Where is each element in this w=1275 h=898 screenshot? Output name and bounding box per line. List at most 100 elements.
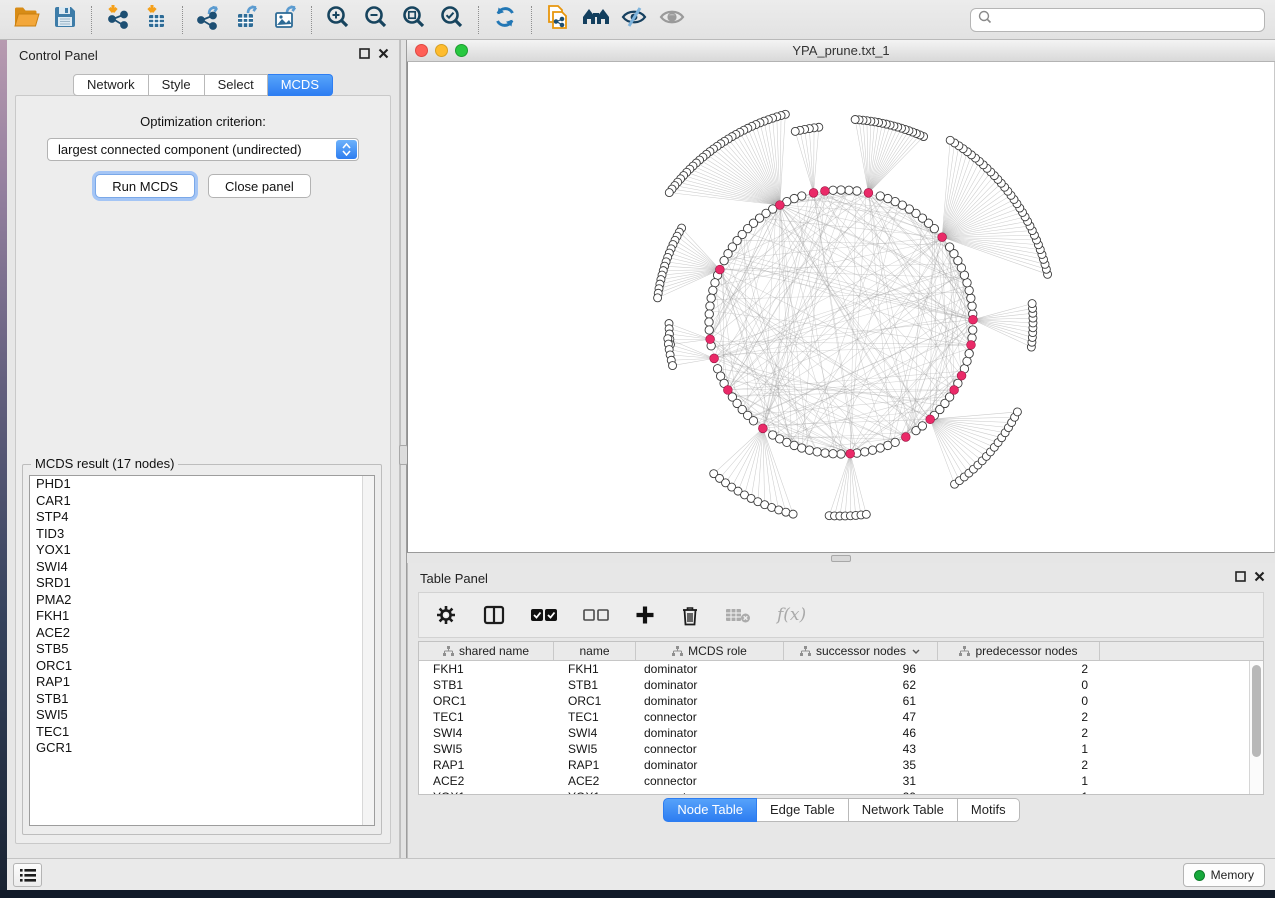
- table-cell[interactable]: dominator: [636, 725, 784, 741]
- delete-column-button[interactable]: [681, 605, 699, 626]
- table-cell[interactable]: 2: [938, 709, 1100, 725]
- import-network-button[interactable]: [99, 3, 137, 37]
- list-item[interactable]: SWI5: [30, 707, 374, 724]
- table-cell[interactable]: STB1: [419, 677, 554, 693]
- table-cell[interactable]: FKH1: [419, 661, 554, 677]
- table-cell[interactable]: 2: [938, 757, 1100, 773]
- table-cell[interactable]: 47: [784, 709, 938, 725]
- table-cell[interactable]: connector: [636, 709, 784, 725]
- list-item[interactable]: STP4: [30, 509, 374, 526]
- table-cell[interactable]: 62: [784, 677, 938, 693]
- table-cell[interactable]: 61: [784, 693, 938, 709]
- table-cell[interactable]: connector: [636, 773, 784, 789]
- list-item[interactable]: PHD1: [30, 476, 374, 493]
- select-all-button[interactable]: [531, 608, 557, 622]
- list-item[interactable]: CAR1: [30, 493, 374, 510]
- close-panel-icon[interactable]: [378, 46, 389, 64]
- export-network-button[interactable]: [190, 3, 228, 37]
- table-cell[interactable]: SWI5: [419, 741, 554, 757]
- table-row[interactable]: FKH1FKH1dominator962: [419, 661, 1249, 677]
- tab-mcds[interactable]: MCDS: [268, 74, 333, 96]
- float-panel-icon[interactable]: [359, 46, 370, 64]
- table-row[interactable]: ACE2ACE2connector311: [419, 773, 1249, 789]
- search-field[interactable]: [970, 8, 1265, 32]
- refresh-view-button[interactable]: [486, 3, 524, 37]
- close-panel-button[interactable]: Close panel: [208, 174, 311, 198]
- table-cell[interactable]: 46: [784, 725, 938, 741]
- list-item[interactable]: RAP1: [30, 674, 374, 691]
- table-row[interactable]: SWI5SWI5connector431: [419, 741, 1249, 757]
- table-cell[interactable]: RAP1: [554, 757, 636, 773]
- hide-selected-button[interactable]: [615, 3, 653, 37]
- tab-style[interactable]: Style: [149, 74, 205, 96]
- optimization-criterion-select[interactable]: largest connected component (undirected): [47, 138, 359, 161]
- splitter-grip[interactable]: [831, 555, 851, 562]
- tab-motifs[interactable]: Motifs: [958, 798, 1020, 822]
- export-table-button[interactable]: [228, 3, 266, 37]
- table-cell[interactable]: SWI4: [554, 725, 636, 741]
- open-session-button[interactable]: [8, 3, 46, 37]
- table-cell[interactable]: 96: [784, 661, 938, 677]
- table-cell[interactable]: YOX1: [554, 789, 636, 794]
- zoom-selected-button[interactable]: [433, 3, 471, 37]
- list-item[interactable]: ACE2: [30, 625, 374, 642]
- network-canvas[interactable]: [407, 62, 1275, 553]
- table-cell[interactable]: 0: [938, 677, 1100, 693]
- float-panel-icon[interactable]: [1235, 569, 1246, 587]
- table-row[interactable]: RAP1RAP1dominator352: [419, 757, 1249, 773]
- zoom-in-button[interactable]: [319, 3, 357, 37]
- table-row[interactable]: YOX1YOX1connector291: [419, 789, 1249, 794]
- add-column-button[interactable]: [635, 605, 655, 625]
- table-row[interactable]: ORC1ORC1dominator610: [419, 693, 1249, 709]
- table-cell[interactable]: STB1: [554, 677, 636, 693]
- tab-edge-table[interactable]: Edge Table: [757, 798, 849, 822]
- table-cell[interactable]: 29: [784, 789, 938, 794]
- binoculars-button[interactable]: [577, 3, 615, 37]
- table-cell[interactable]: ORC1: [419, 693, 554, 709]
- table-cell[interactable]: 43: [784, 741, 938, 757]
- list-item[interactable]: ORC1: [30, 658, 374, 675]
- table-cell[interactable]: dominator: [636, 757, 784, 773]
- save-session-button[interactable]: [46, 3, 84, 37]
- export-image-button[interactable]: [266, 3, 304, 37]
- table-row[interactable]: STB1STB1dominator620: [419, 677, 1249, 693]
- table-cell[interactable]: ACE2: [419, 773, 554, 789]
- list-scrollbar[interactable]: [362, 476, 374, 825]
- table-cell[interactable]: TEC1: [554, 709, 636, 725]
- table-cell[interactable]: RAP1: [419, 757, 554, 773]
- column-header-predecessor-nodes[interactable]: predecessor nodes: [938, 642, 1100, 660]
- column-header-shared-name[interactable]: shared name: [419, 642, 554, 660]
- table-cell[interactable]: connector: [636, 741, 784, 757]
- table-cell[interactable]: 1: [938, 789, 1100, 794]
- column-header-name[interactable]: name: [554, 642, 636, 660]
- list-item[interactable]: YOX1: [30, 542, 374, 559]
- duplicate-network-button[interactable]: [539, 3, 577, 37]
- import-table-button[interactable]: [137, 3, 175, 37]
- table-cell[interactable]: dominator: [636, 661, 784, 677]
- close-window-icon[interactable]: [415, 44, 428, 57]
- list-item[interactable]: GCR1: [30, 740, 374, 757]
- table-cell[interactable]: dominator: [636, 693, 784, 709]
- maximize-window-icon[interactable]: [455, 44, 468, 57]
- table-cell[interactable]: ACE2: [554, 773, 636, 789]
- table-settings-button[interactable]: [435, 604, 457, 626]
- list-item[interactable]: PMA2: [30, 592, 374, 609]
- run-mcds-button[interactable]: Run MCDS: [95, 174, 195, 198]
- table-scrollbar[interactable]: [1249, 661, 1263, 794]
- table-row[interactable]: TEC1TEC1connector472: [419, 709, 1249, 725]
- zoom-fit-button[interactable]: [395, 3, 433, 37]
- table-cell[interactable]: dominator: [636, 677, 784, 693]
- panel-list-button[interactable]: [13, 863, 42, 887]
- column-layout-button[interactable]: [483, 605, 505, 625]
- table-cell[interactable]: TEC1: [419, 709, 554, 725]
- network-titlebar[interactable]: YPA_prune.txt_1: [407, 40, 1275, 62]
- column-header-MCDS-role[interactable]: MCDS role: [636, 642, 784, 660]
- list-item[interactable]: TID3: [30, 526, 374, 543]
- list-item[interactable]: TEC1: [30, 724, 374, 741]
- minimize-window-icon[interactable]: [435, 44, 448, 57]
- table-cell[interactable]: connector: [636, 789, 784, 794]
- close-panel-icon[interactable]: [1254, 569, 1265, 587]
- mcds-result-list[interactable]: PHD1CAR1STP4TID3YOX1SWI4SRD1PMA2FKH1ACE2…: [29, 475, 375, 826]
- list-item[interactable]: SWI4: [30, 559, 374, 576]
- tab-network[interactable]: Network: [73, 74, 149, 96]
